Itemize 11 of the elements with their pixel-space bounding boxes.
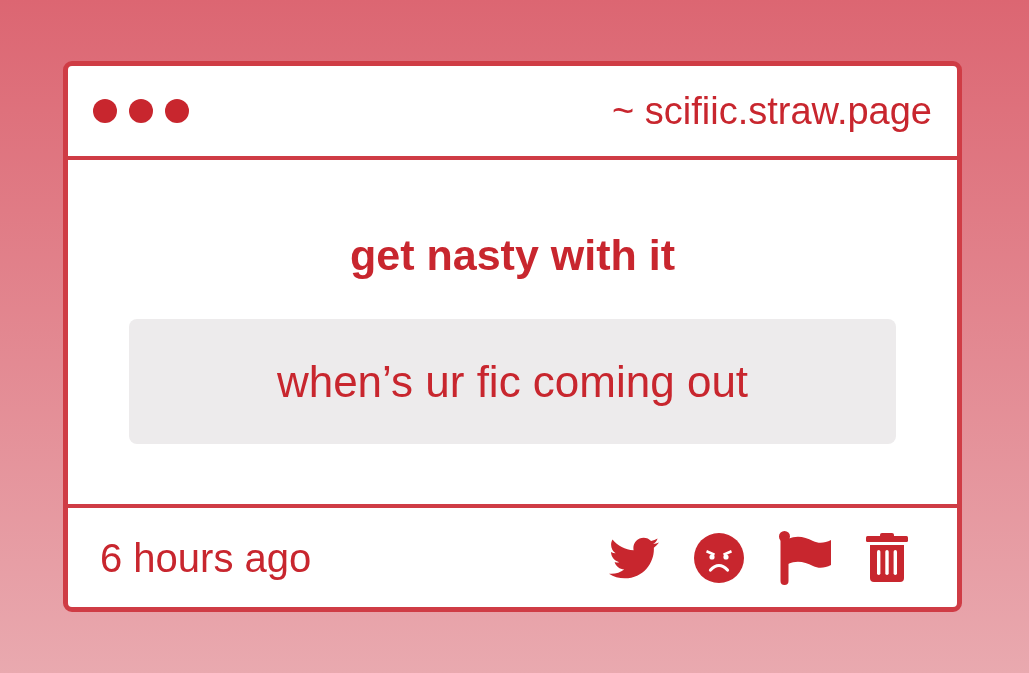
page-address: ~ scifiic.straw.page	[612, 89, 932, 133]
trash-icon[interactable]	[866, 533, 908, 582]
flag-icon[interactable]	[779, 530, 831, 585]
window-dot-icon	[129, 99, 153, 123]
timestamp: 6 hours ago	[100, 534, 312, 582]
prompt-title: get nasty with it	[350, 230, 675, 280]
window-dot-icon	[165, 99, 189, 123]
angry-face-icon[interactable]	[694, 532, 744, 583]
bird-icon[interactable]	[609, 536, 659, 579]
question-text: when’s ur fic coming out	[276, 355, 749, 408]
window-dot-icon	[93, 99, 117, 123]
